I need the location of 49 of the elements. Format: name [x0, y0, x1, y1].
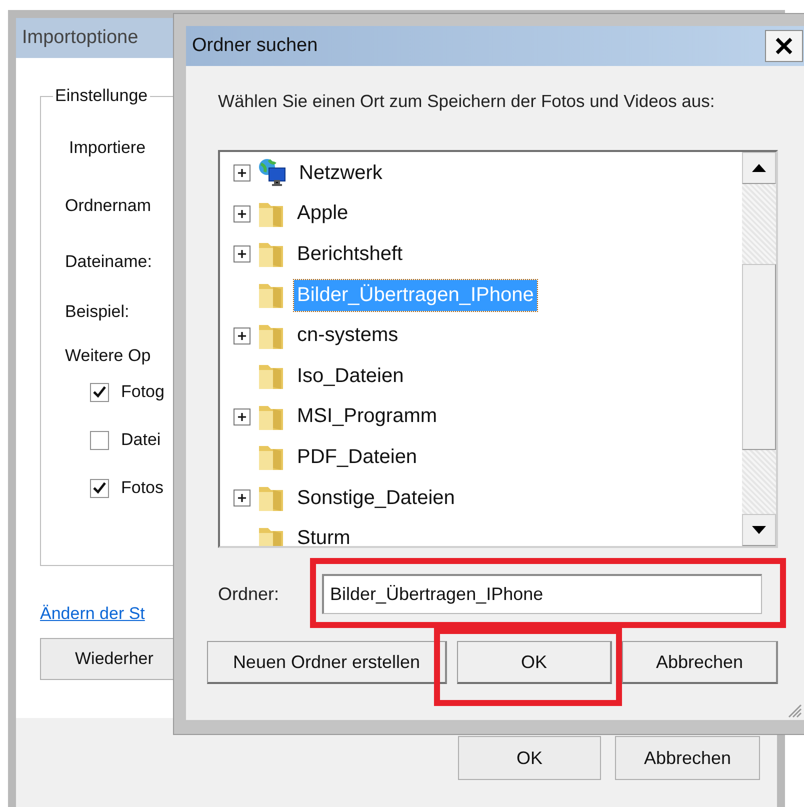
tree-item[interactable]: Sonstige_Dateien	[294, 482, 458, 514]
group-label: Einstellunge	[54, 86, 149, 106]
settings-link[interactable]: Ändern der St	[40, 604, 145, 624]
tree-item[interactable]: Netzwerk	[296, 158, 386, 189]
tree-item[interactable]: Sturm	[294, 523, 354, 546]
field-label: Dateiname:	[65, 252, 152, 272]
folder-label: Ordner:	[218, 584, 280, 604]
close-icon	[774, 36, 794, 56]
up-arrow-icon	[752, 164, 766, 172]
tree-item[interactable]: PDF_Dateien	[294, 442, 420, 473]
dialog-button[interactable]: Abbrechen	[615, 736, 760, 780]
expand-icon[interactable]	[233, 245, 251, 264]
scroll-down-button[interactable]	[742, 514, 776, 546]
down-arrow-icon	[752, 526, 766, 534]
option-label: Fotos	[121, 478, 164, 498]
check-icon	[93, 386, 106, 398]
option-label: Datei	[121, 430, 161, 450]
tree-item[interactable]: Apple	[294, 198, 352, 230]
network-icon	[257, 158, 287, 188]
check-icon	[93, 482, 106, 494]
folder-input[interactable]: Bilder_Übertragen_IPhone	[322, 574, 762, 614]
tree-item[interactable]: MSI_Programm	[294, 401, 440, 432]
expand-icon[interactable]	[233, 204, 251, 223]
checkbox[interactable]	[90, 430, 109, 450]
expand-icon[interactable]	[233, 326, 251, 345]
field-label: Importiere	[69, 138, 146, 158]
close-button[interactable]	[765, 30, 803, 62]
scrollbar[interactable]	[742, 152, 776, 546]
dialog-button[interactable]: Neuen Ordner erstellen	[207, 641, 447, 684]
resize-grip-icon[interactable]	[788, 704, 802, 718]
scroll-up-button[interactable]	[742, 152, 776, 184]
expand-icon[interactable]	[233, 489, 251, 508]
tree-item[interactable]: Iso_Dateien	[294, 360, 407, 392]
dialog-button[interactable]: OK	[458, 736, 601, 780]
checkbox[interactable]	[90, 478, 109, 498]
dialog-button[interactable]: Abbrechen	[622, 641, 778, 684]
dialog-title: Ordner suchen	[191, 35, 318, 57]
tree-item[interactable]: cn-systems	[294, 320, 402, 352]
options-label: Weitere Op	[65, 346, 151, 366]
field-label: Ordnernam	[65, 196, 151, 216]
checkbox[interactable]	[90, 382, 109, 402]
expand-icon[interactable]	[233, 164, 251, 182]
dialog-button[interactable]: OK	[457, 641, 612, 684]
option-label: Fotog	[121, 382, 164, 402]
prompt-text: Wählen Sie einen Ort zum Speichern der Fotos und Videos aus:	[218, 90, 716, 113]
expand-icon[interactable]	[233, 408, 251, 426]
tree-item[interactable]: Berichtsheft	[294, 238, 406, 270]
field-label: Beispiel:	[65, 302, 130, 322]
scroll-thumb[interactable]	[742, 264, 776, 450]
